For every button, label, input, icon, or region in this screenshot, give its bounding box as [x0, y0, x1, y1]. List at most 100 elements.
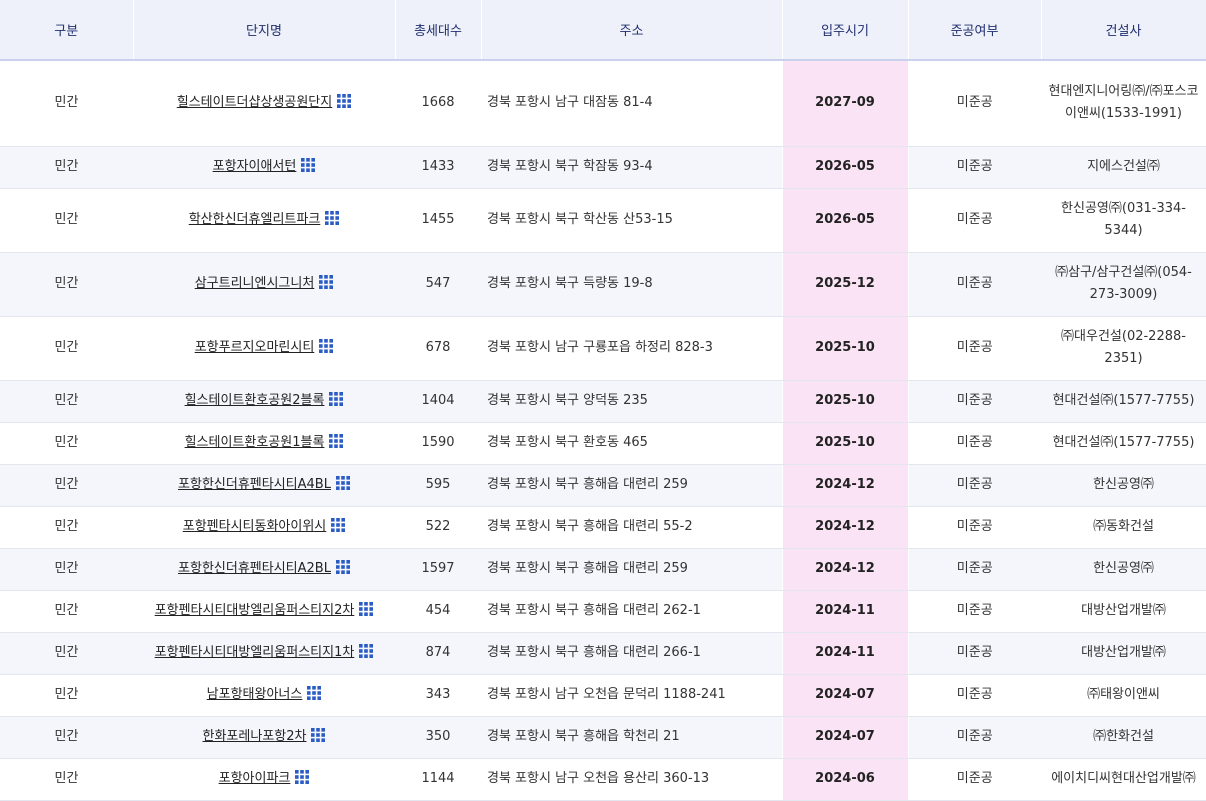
complex-name-link[interactable]: 학산한신더휴엘리트파크 [189, 212, 321, 227]
cell-address: 경북 포항시 북구 흥해읍 대련리 259 [481, 464, 782, 507]
grid-icon[interactable] [359, 644, 374, 658]
cell-units: 1144 [395, 758, 481, 801]
complex-name-link[interactable]: 포항한신더휴펜타시티A4BL [178, 477, 331, 492]
cell-type: 민간 [0, 60, 133, 147]
complex-name-link[interactable]: 포항펜타시티대방엘리움퍼스티지1차 [155, 645, 355, 660]
cell-name: 삼구트리니엔시그니처 [133, 252, 395, 317]
cell-type: 민간 [0, 464, 133, 507]
cell-builder: 현대엔지니어링㈜/㈜포스코이앤씨(1533-1991) [1041, 60, 1206, 147]
cell-builder: ㈜동화건설 [1041, 506, 1206, 549]
cell-units: 350 [395, 716, 481, 759]
grid-icon[interactable] [331, 518, 346, 532]
cell-type: 민간 [0, 716, 133, 759]
cell-name: 학산한신더휴엘리트파크 [133, 188, 395, 253]
cell-name: 포항한신더휴펜타시티A2BL [133, 548, 395, 591]
grid-icon[interactable] [335, 560, 350, 574]
cell-type: 민간 [0, 380, 133, 423]
cell-units: 1668 [395, 60, 481, 147]
table-row: 민간 학산한신더휴엘리트파크 1455 경북 포항시 북구 학산동 산53-15… [0, 188, 1206, 253]
complex-name-link[interactable]: 남포항태왕아너스 [207, 687, 303, 702]
complex-name-link[interactable]: 삼구트리니엔시그니처 [195, 276, 315, 291]
cell-completion: 미준공 [908, 758, 1041, 801]
grid-icon[interactable] [337, 94, 352, 109]
cell-address: 경북 포항시 남구 오천읍 용산리 360-13 [481, 758, 782, 801]
cell-type: 민간 [0, 252, 133, 317]
cell-units: 1597 [395, 548, 481, 591]
cell-builder: 에이치디씨현대산업개발㈜ [1041, 758, 1206, 801]
table-row: 민간 포항한신더휴펜타시티A4BL 595 경북 포항시 북구 흥해읍 대련리 … [0, 464, 1206, 507]
cell-name: 힐스테이트더샵상생공원단지 [133, 60, 395, 147]
cell-builder: 대방산업개발㈜ [1041, 632, 1206, 675]
grid-icon[interactable] [295, 770, 310, 784]
cell-completion: 미준공 [908, 252, 1041, 317]
grid-icon[interactable] [301, 158, 316, 172]
cell-name: 포항펜타시티동화아이위시 [133, 506, 395, 549]
cell-move-in: 2024-11 [781, 632, 909, 675]
complex-name-link[interactable]: 포항펜타시티대방엘리움퍼스티지2차 [155, 603, 355, 618]
cell-move-in: 2024-12 [781, 464, 909, 507]
table-row: 민간 포항푸르지오마린시티 678 경북 포항시 남구 구룡포읍 하정리 828… [0, 316, 1206, 381]
table-row: 민간 힐스테이트환호공원1블록 1590 경북 포항시 북구 환호동 465 2… [0, 422, 1206, 465]
cell-builder: ㈜대우건설(02-2288-2351) [1041, 316, 1206, 381]
cell-type: 민간 [0, 188, 133, 253]
cell-name: 포항펜타시티대방엘리움퍼스티지1차 [133, 632, 395, 675]
cell-name: 힐스테이트환호공원1블록 [133, 422, 395, 465]
complex-name-link[interactable]: 포항푸르지오마린시티 [195, 340, 315, 355]
cell-move-in: 2026-05 [781, 146, 909, 189]
cell-type: 민간 [0, 758, 133, 801]
cell-units: 1404 [395, 380, 481, 423]
complex-name-link[interactable]: 포항펜타시티동화아이위시 [183, 519, 327, 534]
complex-name-link[interactable]: 힐스테이트환호공원1블록 [185, 435, 325, 450]
cell-type: 민간 [0, 506, 133, 549]
cell-completion: 미준공 [908, 60, 1041, 147]
grid-icon[interactable] [329, 392, 344, 406]
grid-icon[interactable] [335, 476, 350, 490]
cell-units: 874 [395, 632, 481, 675]
cell-type: 민간 [0, 548, 133, 591]
grid-icon[interactable] [319, 275, 334, 289]
table-row: 민간 힐스테이트환호공원2블록 1404 경북 포항시 북구 양덕동 235 2… [0, 380, 1206, 423]
grid-icon[interactable] [329, 434, 344, 448]
cell-address: 경북 포항시 북구 흥해읍 대련리 262-1 [481, 590, 782, 633]
cell-name: 포항한신더휴펜타시티A4BL [133, 464, 395, 507]
header-type: 구분 [0, 0, 134, 61]
cell-units: 1590 [395, 422, 481, 465]
apartment-table: 구분 단지명 총세대수 주소 입주시기 준공여부 건설사 민간 힐스테이트더샵상… [0, 0, 1206, 801]
header-builder: 건설사 [1041, 0, 1206, 61]
table-row: 민간 포항펜타시티대방엘리움퍼스티지1차 874 경북 포항시 북구 흥해읍 대… [0, 632, 1206, 675]
cell-completion: 미준공 [908, 632, 1041, 675]
cell-type: 민간 [0, 146, 133, 189]
complex-name-link[interactable]: 포항아이파크 [219, 771, 291, 786]
complex-name-link[interactable]: 한화포레나포항2차 [203, 729, 307, 744]
grid-icon[interactable] [325, 211, 340, 225]
cell-move-in: 2024-12 [781, 548, 909, 591]
cell-move-in: 2024-06 [781, 758, 909, 801]
cell-type: 민간 [0, 674, 133, 717]
cell-type: 민간 [0, 422, 133, 465]
table-row: 민간 한화포레나포항2차 350 경북 포항시 북구 흥해읍 학천리 21 20… [0, 716, 1206, 759]
cell-move-in: 2025-12 [781, 252, 909, 317]
cell-address: 경북 포항시 북구 학잠동 93-4 [481, 146, 782, 189]
table-row: 민간 남포항태왕아너스 343 경북 포항시 남구 오천읍 문덕리 1188-2… [0, 674, 1206, 717]
cell-address: 경북 포항시 북구 흥해읍 대련리 266-1 [481, 632, 782, 675]
grid-icon[interactable] [311, 728, 326, 742]
cell-type: 민간 [0, 590, 133, 633]
complex-name-link[interactable]: 포항자이애서턴 [213, 159, 297, 174]
cell-units: 343 [395, 674, 481, 717]
grid-icon[interactable] [359, 602, 374, 616]
cell-builder: 지에스건설㈜ [1041, 146, 1206, 189]
table-body: 민간 힐스테이트더샵상생공원단지 1668 경북 포항시 남구 대잠동 81-4… [0, 60, 1206, 801]
cell-type: 민간 [0, 316, 133, 381]
table-row: 민간 포항자이애서턴 1433 경북 포항시 북구 학잠동 93-4 2026-… [0, 146, 1206, 189]
cell-name: 힐스테이트환호공원2블록 [133, 380, 395, 423]
grid-icon[interactable] [307, 686, 322, 700]
complex-name-link[interactable]: 힐스테이트환호공원2블록 [185, 393, 325, 408]
grid-icon[interactable] [319, 339, 334, 353]
cell-units: 547 [395, 252, 481, 317]
complex-name-link[interactable]: 포항한신더휴펜타시티A2BL [178, 561, 331, 576]
cell-move-in: 2024-07 [781, 674, 909, 717]
cell-address: 경북 포항시 남구 대잠동 81-4 [481, 60, 782, 147]
cell-completion: 미준공 [908, 674, 1041, 717]
complex-name-link[interactable]: 힐스테이트더샵상생공원단지 [177, 95, 332, 110]
table-row: 민간 포항아이파크 1144 경북 포항시 남구 오천읍 용산리 360-13 … [0, 758, 1206, 801]
